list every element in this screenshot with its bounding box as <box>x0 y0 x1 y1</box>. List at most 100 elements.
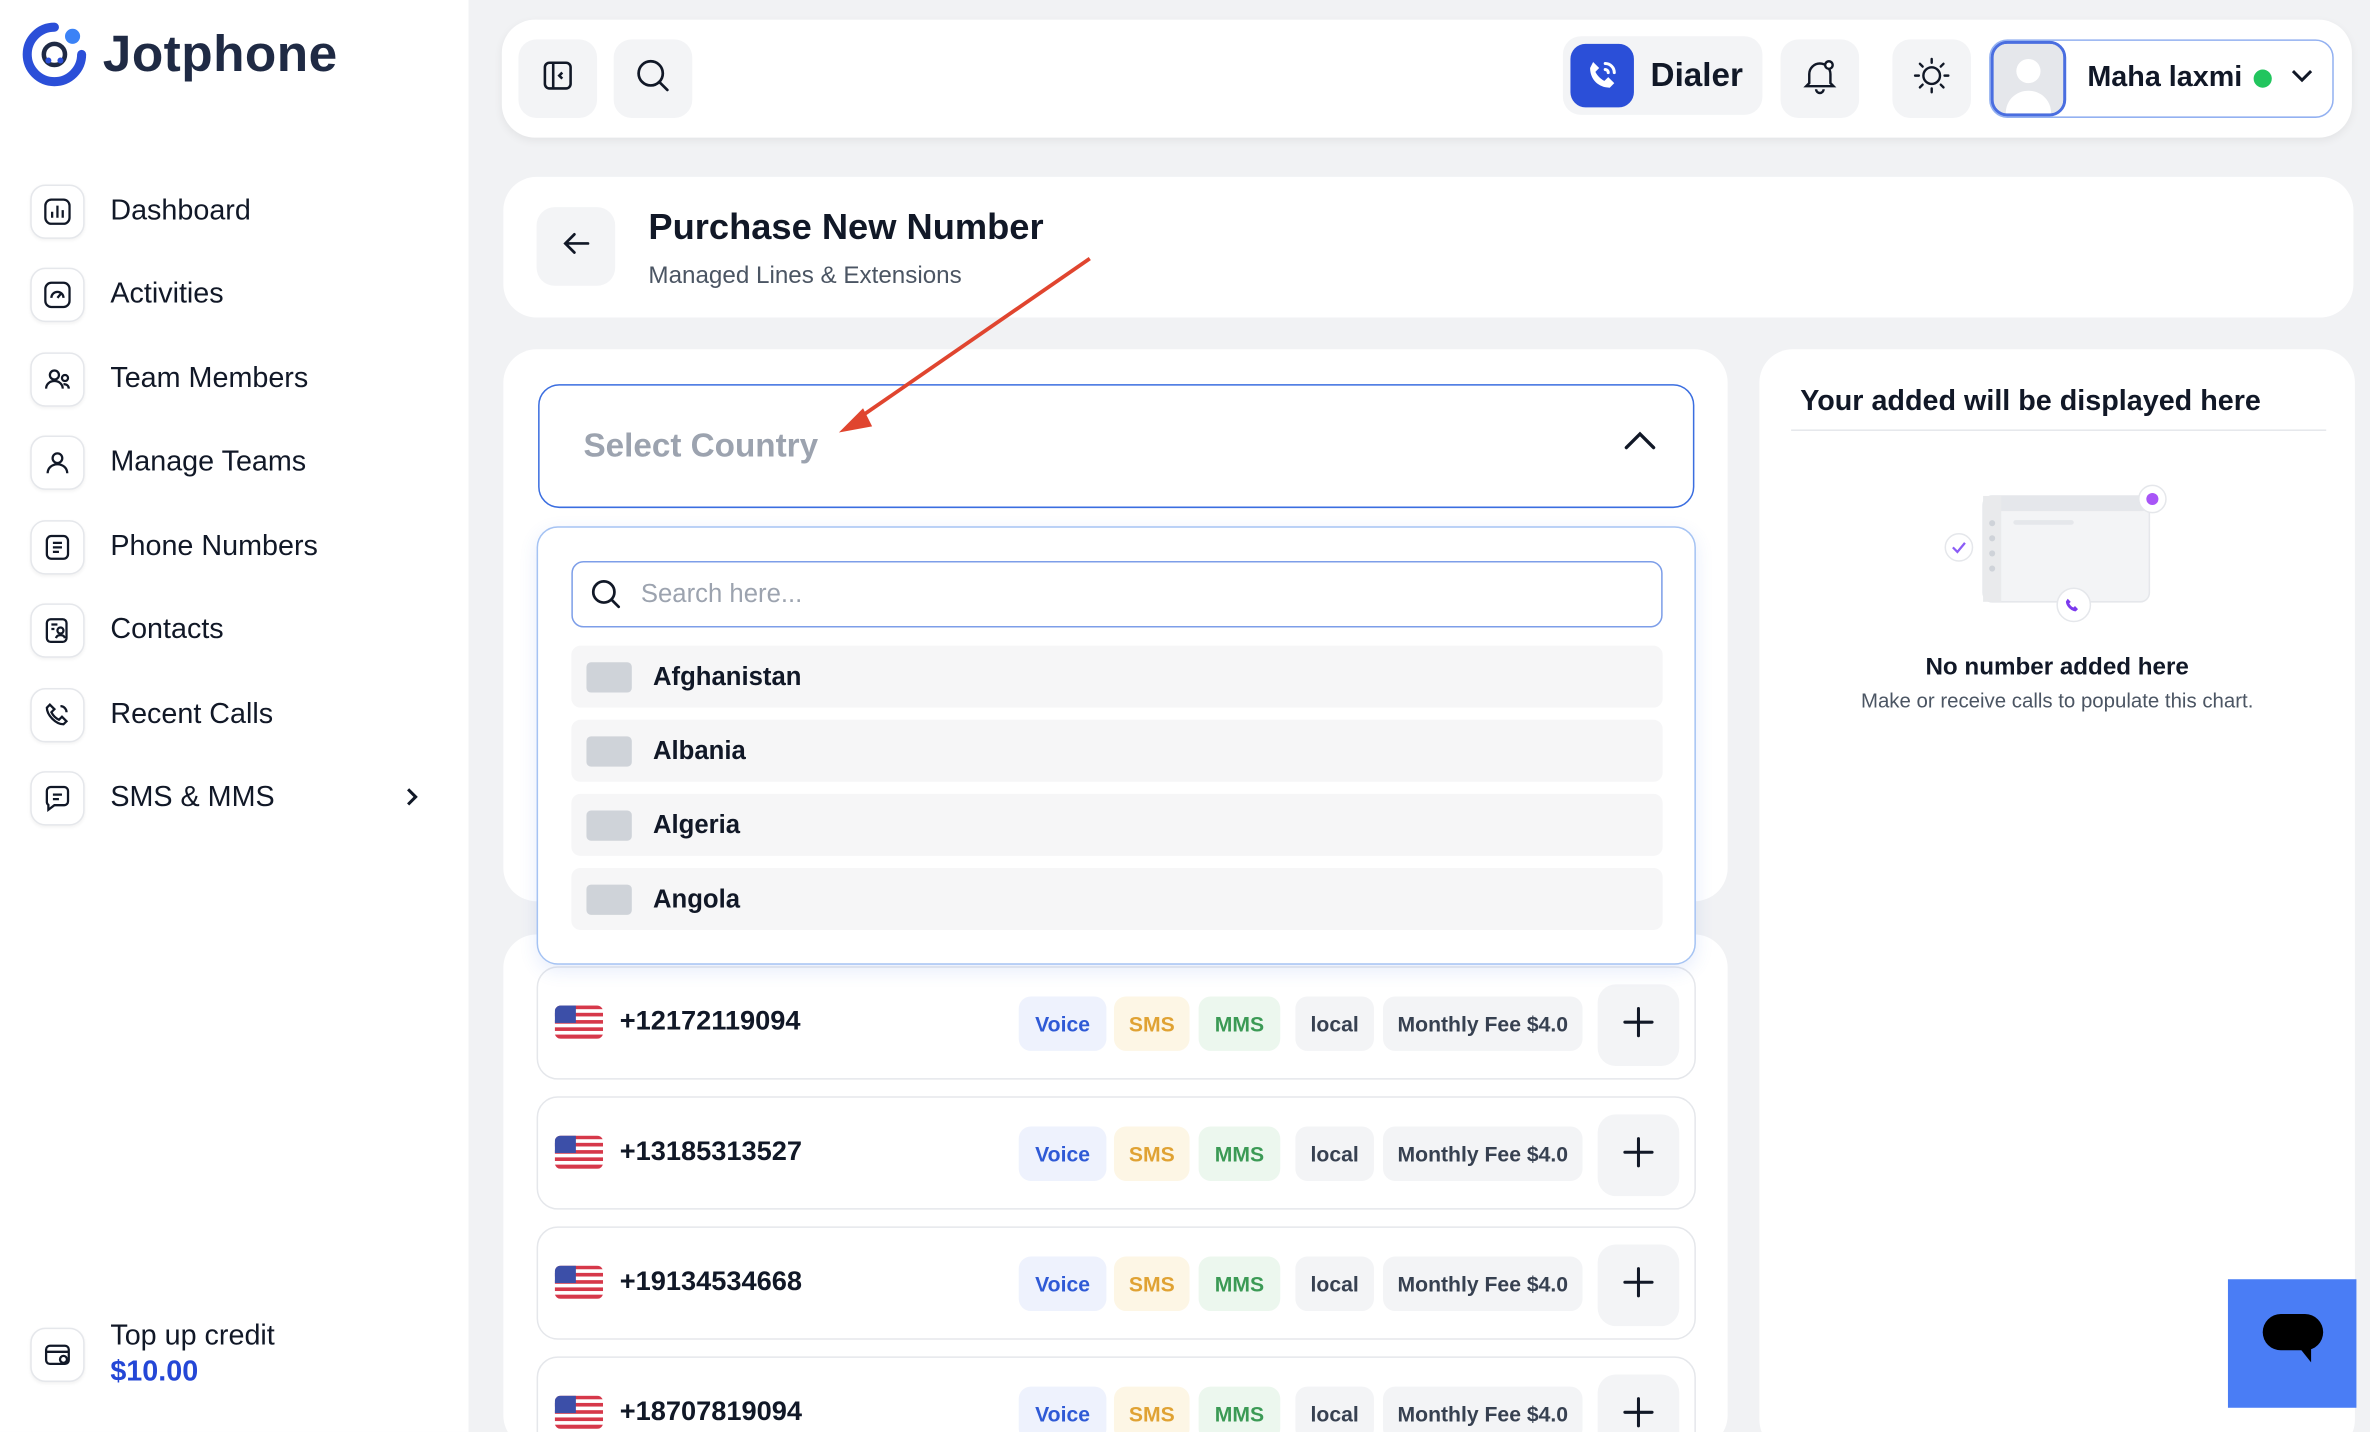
chat-widget-button[interactable] <box>2227 1279 2357 1408</box>
added-numbers-panel: Your added will be displayed here No num… <box>1759 349 2355 1432</box>
sms-badge: SMS <box>1113 1386 1190 1432</box>
number-row: +12172119094 Voice SMS MMS local Monthly… <box>536 966 1696 1080</box>
app-logo[interactable]: Jotphone <box>21 21 337 88</box>
plus-icon <box>1622 1135 1655 1176</box>
contacts-icon <box>30 603 85 659</box>
dialer-button[interactable]: Dialer <box>1562 36 1763 115</box>
sidebar-item-label: Recent Calls <box>110 698 274 730</box>
voice-badge: Voice <box>1018 1386 1107 1432</box>
sidebar-nav: Dashboard Activities Team Members Manage… <box>30 169 438 840</box>
arrow-left-icon <box>558 225 594 269</box>
sidebar: Jotphone Dashboard Activities Team Membe… <box>0 0 469 1432</box>
local-badge: local <box>1295 1256 1374 1311</box>
add-number-button[interactable] <box>1597 1244 1680 1327</box>
add-number-button[interactable] <box>1597 1114 1680 1197</box>
sms-badge: SMS <box>1113 996 1190 1051</box>
sidebar-toggle-icon <box>540 57 576 101</box>
wallet-icon <box>30 1327 85 1383</box>
mms-badge: MMS <box>1198 996 1281 1051</box>
users-icon <box>30 435 85 491</box>
monthly-fee-badge: Monthly Fee $4.0 <box>1383 1386 1583 1432</box>
page-subtitle: Managed Lines & Extensions <box>648 263 962 289</box>
chevron-down-icon <box>2291 65 2315 92</box>
country-search-field[interactable] <box>571 560 1663 628</box>
mms-badge: MMS <box>1198 1386 1281 1432</box>
voice-badge: Voice <box>1018 1126 1107 1181</box>
divider <box>1791 429 2327 431</box>
page-header-card: Purchase New Number Managed Lines & Exte… <box>503 176 2354 318</box>
theme-toggle-button[interactable] <box>1892 39 1971 118</box>
sidebar-item-sms-mms[interactable]: SMS & MMS <box>30 757 438 841</box>
empty-state-subtitle: Make or receive calls to populate this c… <box>1860 689 2254 713</box>
sidebar-item-label: Phone Numbers <box>110 530 318 563</box>
sidebar-item-phone-numbers[interactable]: Phone Numbers <box>30 505 438 589</box>
chevron-up-icon <box>1623 429 1656 458</box>
sun-icon <box>1911 54 1953 104</box>
us-flag-icon <box>554 1265 604 1299</box>
country-select[interactable]: Select Country <box>538 384 1695 509</box>
mms-badge: MMS <box>1198 1256 1281 1311</box>
topup-label: Top up credit <box>110 1320 275 1352</box>
message-icon <box>30 771 85 826</box>
phone-number: +18707819094 <box>619 1395 803 1426</box>
search-button[interactable] <box>613 39 693 118</box>
plus-icon <box>1622 1005 1655 1046</box>
sidebar-item-recent-calls[interactable]: Recent Calls <box>30 673 438 757</box>
added-numbers-title: Your added will be displayed here <box>1800 385 2261 418</box>
team-icon <box>30 351 85 407</box>
sidebar-item-label: Team Members <box>110 362 309 395</box>
country-name: Albania <box>652 735 746 765</box>
sidebar-item-label: Activities <box>110 278 224 311</box>
add-number-button[interactable] <box>1597 1374 1680 1432</box>
country-options-list: Afghanistan Albania Algeria Angola <box>571 645 1663 942</box>
back-button[interactable] <box>536 207 616 286</box>
sidebar-item-manage-teams[interactable]: Manage Teams <box>30 421 438 505</box>
page-title: Purchase New Number <box>648 207 1044 248</box>
user-name: Maha laxmi <box>2087 61 2243 94</box>
local-badge: local <box>1295 996 1374 1051</box>
country-option-afghanistan[interactable]: Afghanistan <box>571 645 1663 708</box>
search-icon <box>633 55 672 102</box>
us-flag-icon <box>554 1005 604 1039</box>
notifications-button[interactable] <box>1780 39 1860 118</box>
country-option-algeria[interactable]: Algeria <box>571 793 1663 856</box>
country-option-angola[interactable]: Angola <box>571 867 1663 930</box>
phone-number: +19134534668 <box>619 1265 803 1296</box>
flag-placeholder-icon <box>586 735 632 766</box>
add-number-button[interactable] <box>1597 984 1680 1067</box>
country-name: Algeria <box>652 809 741 839</box>
topup-credit[interactable]: Top up credit $10.00 <box>30 1319 275 1392</box>
sidebar-item-contacts[interactable]: Contacts <box>30 589 438 673</box>
credit-amount: $10.00 <box>110 1356 199 1389</box>
number-row: +19134534668 Voice SMS MMS local Monthly… <box>536 1226 1696 1340</box>
sidebar-item-team-members[interactable]: Team Members <box>30 337 438 421</box>
app-name: Jotphone <box>102 24 338 83</box>
sidebar-item-dashboard[interactable]: Dashboard <box>30 169 438 253</box>
user-profile-menu[interactable]: Maha laxmi <box>1989 39 2334 118</box>
voice-badge: Voice <box>1018 1256 1107 1311</box>
gauge-icon <box>30 268 85 323</box>
monthly-fee-badge: Monthly Fee $4.0 <box>1383 996 1583 1051</box>
plus-icon <box>1622 1395 1655 1432</box>
country-search-input[interactable] <box>640 579 1609 610</box>
avatar <box>1990 40 2067 117</box>
phonebook-icon <box>30 519 85 575</box>
local-badge: local <box>1295 1386 1374 1432</box>
phone-number: +13185313527 <box>619 1135 803 1166</box>
country-option-albania[interactable]: Albania <box>571 719 1663 782</box>
phone-call-icon <box>30 687 85 743</box>
number-row: +18707819094 Voice SMS MMS local Monthly… <box>536 1356 1696 1432</box>
us-flag-icon <box>554 1395 604 1429</box>
collapse-sidebar-button[interactable] <box>518 39 598 118</box>
mms-badge: MMS <box>1198 1126 1281 1181</box>
empty-state-illustration-icon <box>1938 478 2180 644</box>
monthly-fee-badge: Monthly Fee $4.0 <box>1383 1256 1583 1311</box>
voice-badge: Voice <box>1018 996 1107 1051</box>
bell-icon <box>1800 55 1839 102</box>
sidebar-item-label: SMS & MMS <box>110 782 275 814</box>
local-badge: local <box>1295 1126 1374 1181</box>
flag-placeholder-icon <box>586 883 632 915</box>
flag-placeholder-icon <box>586 661 632 692</box>
country-name: Angola <box>652 883 741 913</box>
sidebar-item-activities[interactable]: Activities <box>30 253 438 337</box>
